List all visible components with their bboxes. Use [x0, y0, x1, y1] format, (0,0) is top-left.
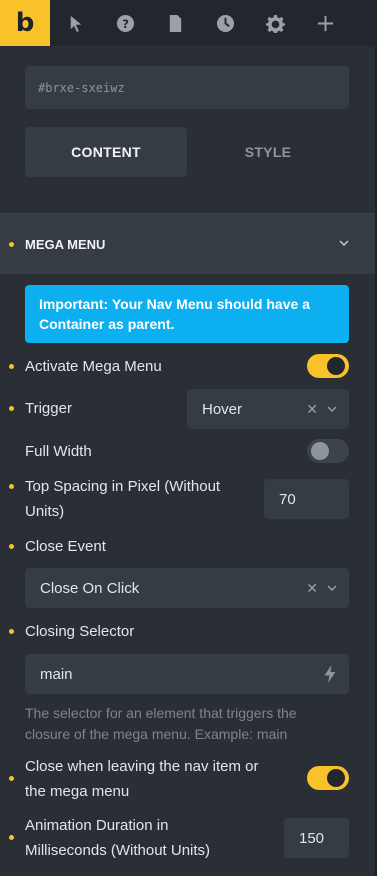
- field-dot: [9, 364, 14, 369]
- clear-icon[interactable]: ✕: [306, 401, 318, 418]
- closing-selector-value: main: [40, 665, 73, 683]
- settings-icon[interactable]: [250, 0, 300, 46]
- logo[interactable]: b: [0, 0, 50, 46]
- toggle-knob: [327, 357, 345, 375]
- top-spacing-label-line1: Top Spacing in Pixel (Without: [25, 478, 221, 495]
- animation-duration-label-line2: Milliseconds (Without Units): [25, 842, 211, 859]
- full-width-toggle[interactable]: [307, 439, 349, 463]
- clear-icon[interactable]: ✕: [306, 580, 318, 597]
- close-on-leave-toggle[interactable]: [307, 766, 349, 790]
- field-dot: [9, 406, 14, 411]
- chevron-down-icon[interactable]: [327, 404, 337, 414]
- add-icon[interactable]: [300, 0, 350, 46]
- toggle-knob: [327, 769, 345, 787]
- tab-style[interactable]: STYLE: [187, 127, 349, 177]
- full-width-label: Full Width: [25, 443, 92, 460]
- section-header-mega-menu[interactable]: MEGA MENU: [0, 213, 375, 274]
- svg-text:?: ?: [122, 16, 129, 30]
- element-id-field[interactable]: #brxe-sxeiwz: [25, 66, 349, 109]
- help-line-1: The selector for an element that trigger…: [25, 705, 297, 721]
- close-event-select[interactable]: Close On Click ✕: [25, 568, 349, 608]
- field-dot: [9, 544, 14, 549]
- cursor-icon[interactable]: [50, 0, 100, 46]
- activate-mega-menu-toggle[interactable]: [307, 354, 349, 378]
- closing-selector-input[interactable]: main: [25, 654, 349, 694]
- close-event-label: Close Event: [25, 538, 106, 555]
- close-on-leave-label-line2: the mega menu: [25, 783, 130, 800]
- bolt-icon[interactable]: [323, 665, 337, 683]
- notice-banner: Important: Your Nav Menu should have a C…: [25, 285, 349, 343]
- tab-content[interactable]: CONTENT: [25, 127, 187, 177]
- trigger-label: Trigger: [25, 400, 72, 417]
- animation-duration-label-line1: Animation Duration in: [25, 817, 169, 834]
- section-dot: [9, 242, 14, 247]
- help-icon[interactable]: ?: [100, 0, 150, 46]
- animation-duration-input[interactable]: 150: [284, 818, 349, 858]
- section-title: MEGA MENU: [25, 236, 106, 252]
- chevron-down-icon: [339, 240, 349, 247]
- chevron-down-icon[interactable]: [327, 583, 337, 593]
- field-dot: [9, 629, 14, 634]
- help-line-2: closure of the mega menu. Example: main: [25, 726, 288, 742]
- page-icon[interactable]: [150, 0, 200, 46]
- closing-selector-help: The selector for an element that trigger…: [25, 703, 349, 745]
- field-dot: [9, 776, 14, 781]
- history-icon[interactable]: [200, 0, 250, 46]
- close-event-value: Close On Click: [40, 579, 140, 597]
- top-spacing-input[interactable]: 70: [264, 479, 349, 519]
- activate-mega-menu-label: Activate Mega Menu: [25, 358, 162, 375]
- closing-selector-label: Closing Selector: [25, 623, 135, 640]
- field-dot: [9, 835, 14, 840]
- toggle-knob: [311, 442, 329, 460]
- field-dot: [9, 484, 14, 489]
- trigger-select[interactable]: Hover ✕: [187, 389, 349, 429]
- top-toolbar: b ?: [0, 0, 377, 46]
- close-on-leave-label-line1: Close when leaving the nav item or: [25, 758, 259, 775]
- trigger-value: Hover: [202, 400, 243, 418]
- top-spacing-label-line2: Units): [25, 503, 65, 520]
